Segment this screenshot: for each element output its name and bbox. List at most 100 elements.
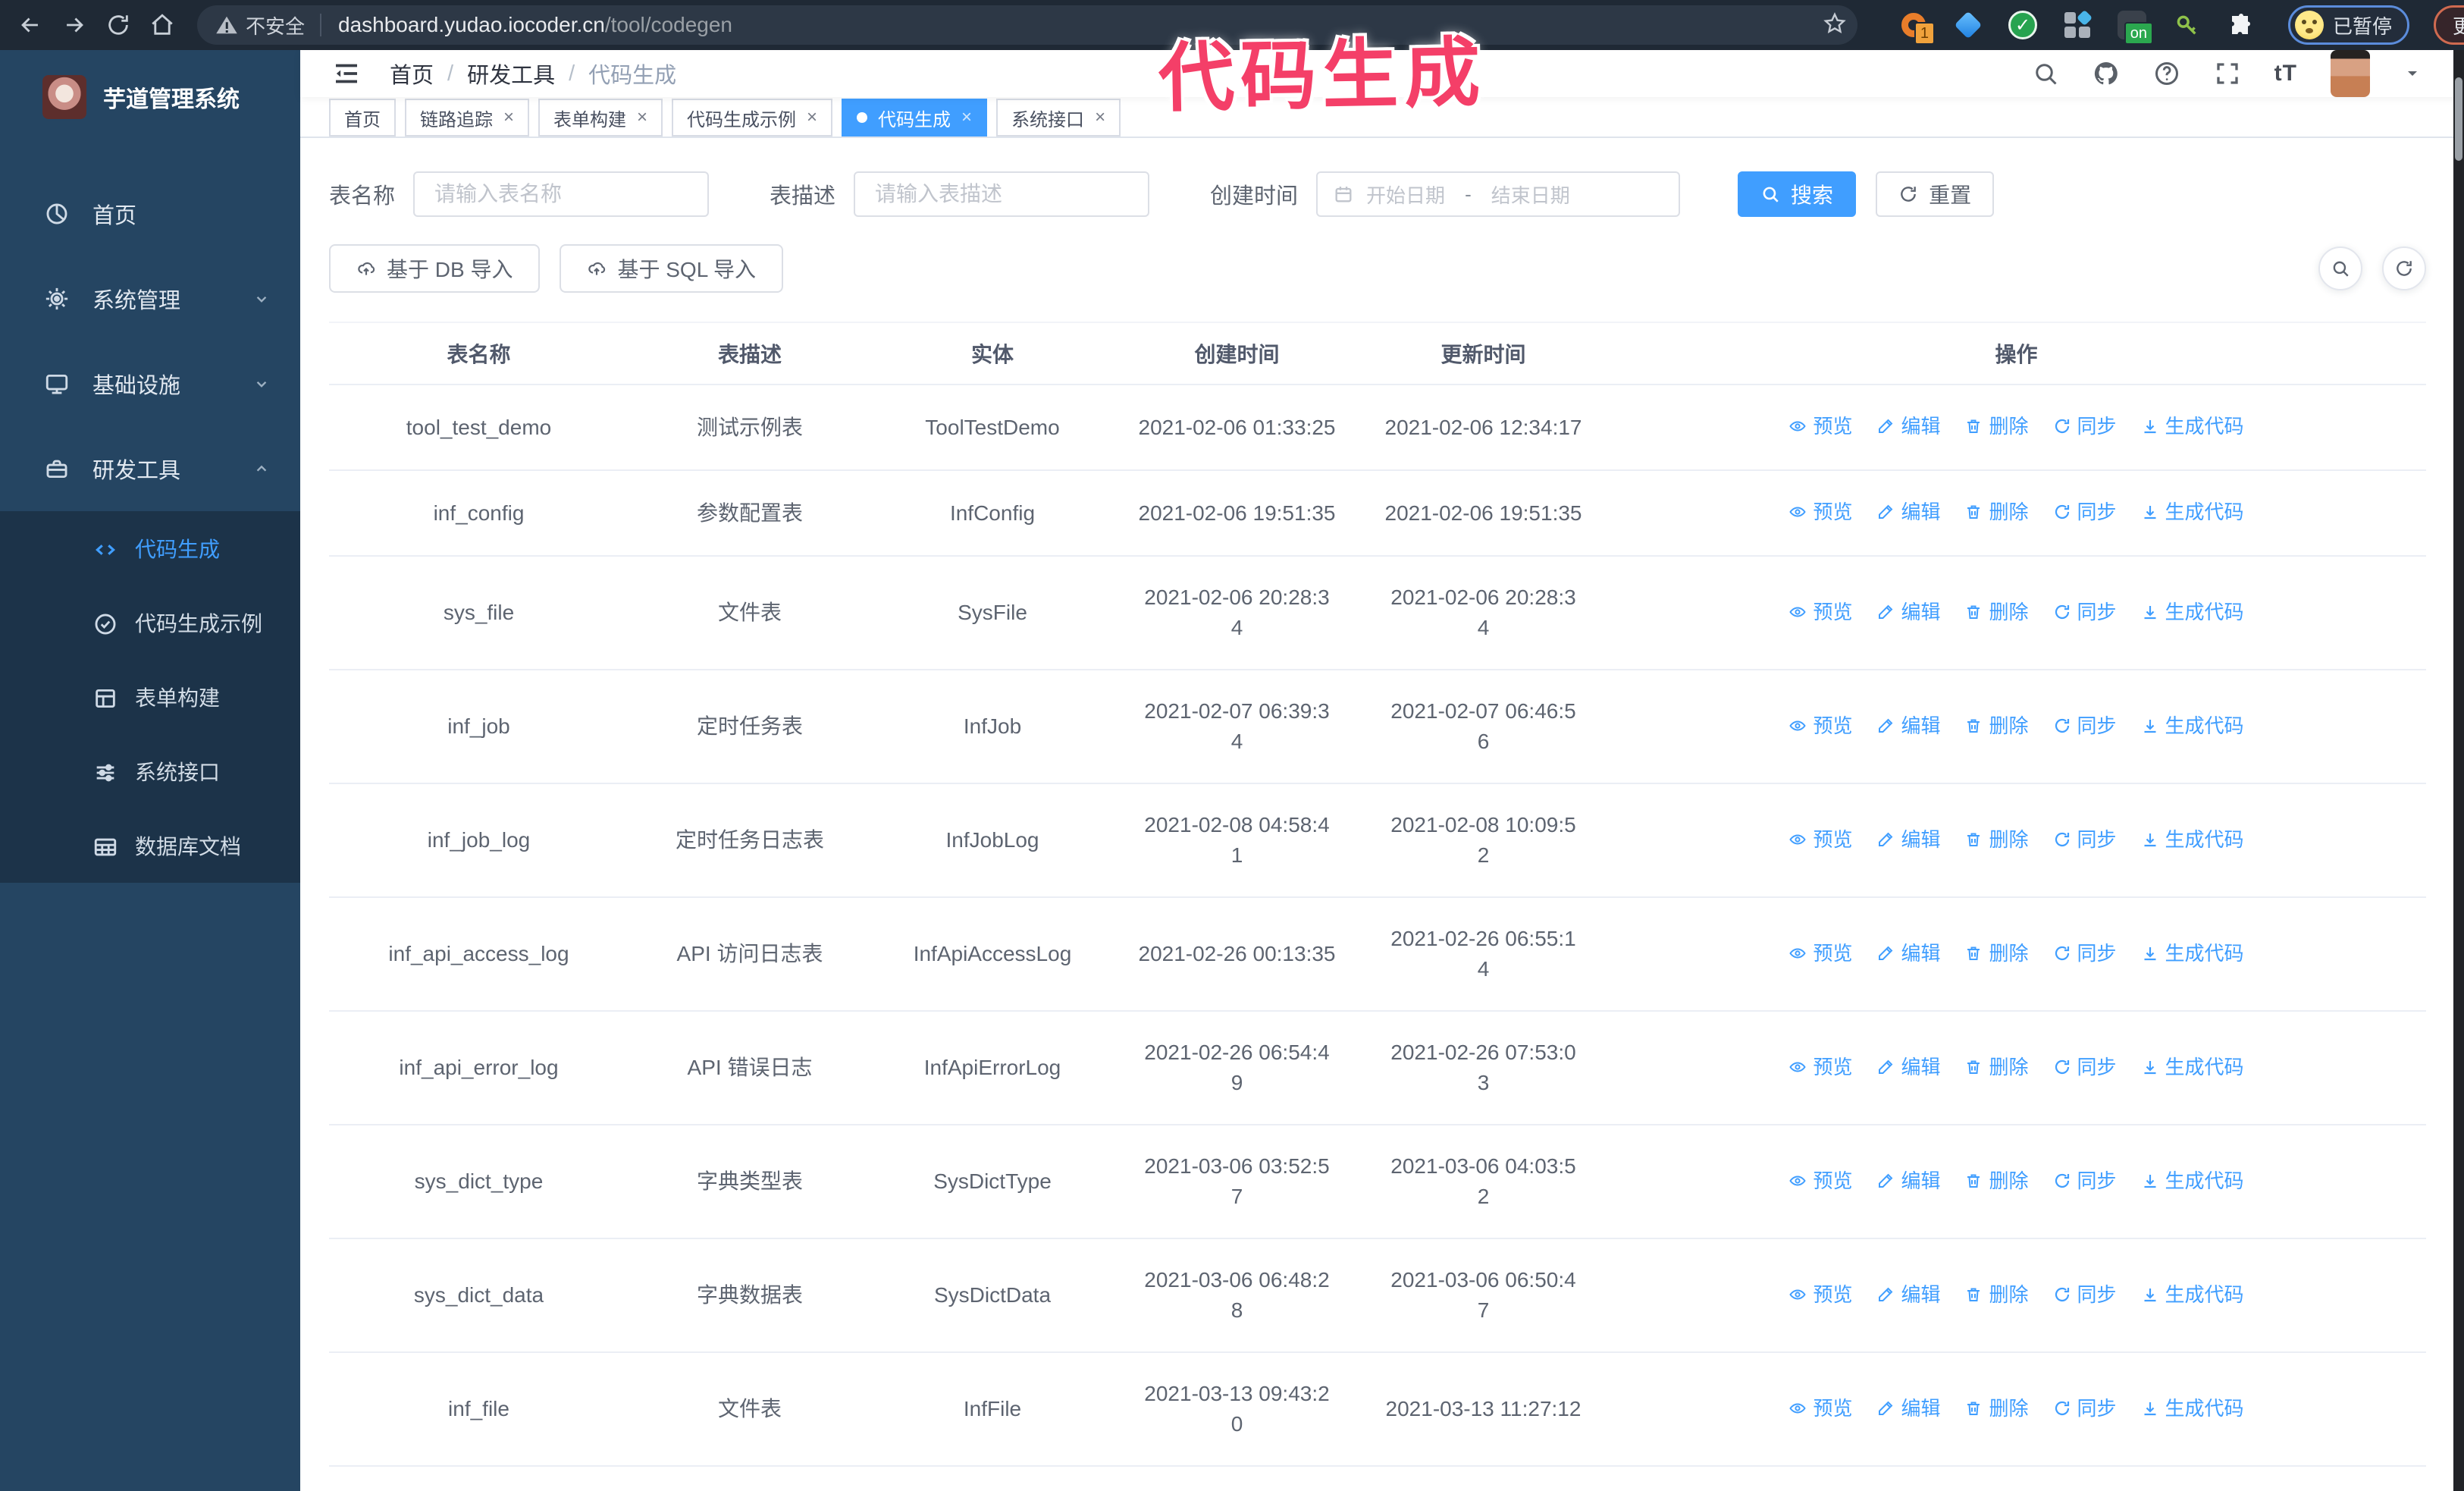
action-生成代码[interactable]: 生成代码 — [2141, 1279, 2244, 1310]
action-编辑[interactable]: 编辑 — [1876, 1279, 1940, 1310]
extensions-puzzle-icon[interactable] — [2224, 8, 2258, 42]
profile-chip[interactable]: 已暂停 — [2288, 5, 2410, 45]
action-删除[interactable]: 删除 — [1964, 411, 2029, 441]
action-生成代码[interactable]: 生成代码 — [2141, 1052, 2244, 1082]
home-icon[interactable] — [143, 5, 182, 45]
action-预览[interactable]: 预览 — [1788, 1052, 1852, 1082]
security-label[interactable]: 不安全 — [246, 11, 305, 39]
action-删除[interactable]: 删除 — [1964, 938, 2029, 968]
action-生成代码[interactable]: 生成代码 — [2141, 1393, 2244, 1424]
address-bar[interactable]: 不安全 dashboard.yudao.iocoder.cn /tool/cod… — [197, 5, 1857, 45]
close-icon[interactable]: × — [503, 107, 514, 128]
action-生成代码[interactable]: 生成代码 — [2141, 711, 2244, 741]
search-icon[interactable] — [2032, 60, 2059, 87]
close-icon[interactable]: × — [1095, 107, 1105, 128]
action-生成代码[interactable]: 生成代码 — [2141, 824, 2244, 855]
bookmark-star-icon[interactable] — [1823, 11, 1847, 39]
table-name-input[interactable] — [413, 171, 710, 217]
action-预览[interactable]: 预览 — [1788, 938, 1852, 968]
sidebar-subitem-数据库文档[interactable]: 数据库文档 — [0, 808, 300, 883]
date-range-picker[interactable]: 开始日期 - 结束日期 — [1316, 171, 1681, 217]
action-预览[interactable]: 预览 — [1788, 1279, 1852, 1310]
search-button[interactable]: 搜索 — [1738, 171, 1857, 217]
sidebar-subitem-表单构建[interactable]: 表单构建 — [0, 660, 300, 734]
action-删除[interactable]: 删除 — [1964, 597, 2029, 627]
action-同步[interactable]: 同步 — [2053, 497, 2117, 527]
sidebar-item-研发工具[interactable]: 研发工具 — [0, 426, 300, 511]
table-desc-input[interactable] — [854, 171, 1150, 217]
action-同步[interactable]: 同步 — [2053, 711, 2117, 741]
gray-grid-extension-icon[interactable] — [2061, 8, 2094, 42]
action-删除[interactable]: 删除 — [1964, 711, 2029, 741]
toggle-search-icon[interactable] — [2318, 246, 2362, 290]
breadcrumb-item-研发工具[interactable]: 研发工具 — [467, 58, 555, 89]
action-编辑[interactable]: 编辑 — [1876, 1052, 1940, 1082]
collapse-sidebar-icon[interactable] — [331, 58, 362, 89]
close-icon[interactable]: × — [807, 107, 817, 128]
action-同步[interactable]: 同步 — [2053, 1393, 2117, 1424]
green-check-extension-icon[interactable]: ✓ — [2006, 8, 2039, 42]
close-icon[interactable]: × — [961, 107, 972, 128]
tab-表单构建[interactable]: 表单构建 × — [538, 99, 663, 137]
action-编辑[interactable]: 编辑 — [1876, 1166, 1940, 1196]
forward-icon[interactable] — [55, 5, 94, 45]
action-删除[interactable]: 删除 — [1964, 497, 2029, 527]
action-删除[interactable]: 删除 — [1964, 1279, 2029, 1310]
action-编辑[interactable]: 编辑 — [1876, 597, 1940, 627]
close-icon[interactable]: × — [637, 107, 647, 128]
action-同步[interactable]: 同步 — [2053, 1279, 2117, 1310]
action-删除[interactable]: 删除 — [1964, 1052, 2029, 1082]
action-生成代码[interactable]: 生成代码 — [2141, 1166, 2244, 1196]
blue-gem-extension-icon[interactable] — [1951, 8, 1985, 42]
action-编辑[interactable]: 编辑 — [1876, 711, 1940, 741]
action-编辑[interactable]: 编辑 — [1876, 1393, 1940, 1424]
action-生成代码[interactable]: 生成代码 — [2141, 938, 2244, 968]
action-预览[interactable]: 预览 — [1788, 497, 1852, 527]
url-path[interactable]: /tool/codegen — [605, 13, 732, 37]
github-icon[interactable] — [2093, 60, 2120, 87]
action-预览[interactable]: 预览 — [1788, 411, 1852, 441]
action-编辑[interactable]: 编辑 — [1876, 411, 1940, 441]
action-预览[interactable]: 预览 — [1788, 824, 1852, 855]
action-同步[interactable]: 同步 — [2053, 1166, 2117, 1196]
date-end-placeholder[interactable]: 结束日期 — [1491, 180, 1570, 209]
reload-icon[interactable] — [99, 5, 138, 45]
sidebar-item-首页[interactable]: 首页 — [0, 171, 300, 256]
action-预览[interactable]: 预览 — [1788, 711, 1852, 741]
sidebar-item-基础设施[interactable]: 基础设施 — [0, 341, 300, 426]
action-删除[interactable]: 删除 — [1964, 1166, 2029, 1196]
sidebar-logo-row[interactable]: 芋道管理系统 — [0, 50, 300, 144]
action-预览[interactable]: 预览 — [1788, 1166, 1852, 1196]
user-avatar[interactable] — [2331, 50, 2370, 97]
action-同步[interactable]: 同步 — [2053, 938, 2117, 968]
action-同步[interactable]: 同步 — [2053, 597, 2117, 627]
date-start-placeholder[interactable]: 开始日期 — [1366, 180, 1445, 209]
sidebar-subitem-代码生成[interactable]: 代码生成 — [0, 511, 300, 585]
orange-extension-icon[interactable]: 1 — [1897, 8, 1935, 45]
action-删除[interactable]: 删除 — [1964, 1393, 2029, 1424]
font-size-icon[interactable]: tT — [2274, 61, 2297, 86]
action-同步[interactable]: 同步 — [2053, 1052, 2117, 1082]
breadcrumb-item-首页[interactable]: 首页 — [390, 58, 434, 89]
tab-代码生成示例[interactable]: 代码生成示例 × — [672, 99, 833, 137]
import-sql-button[interactable]: 基于 SQL 导入 — [560, 244, 784, 293]
action-同步[interactable]: 同步 — [2053, 824, 2117, 855]
action-生成代码[interactable]: 生成代码 — [2141, 497, 2244, 527]
action-删除[interactable]: 删除 — [1964, 824, 2029, 855]
action-同步[interactable]: 同步 — [2053, 411, 2117, 441]
action-生成代码[interactable]: 生成代码 — [2141, 411, 2244, 441]
action-预览[interactable]: 预览 — [1788, 597, 1852, 627]
action-生成代码[interactable]: 生成代码 — [2141, 597, 2244, 627]
sidebar-subitem-系统接口[interactable]: 系统接口 — [0, 734, 300, 808]
help-icon[interactable] — [2153, 60, 2180, 87]
tab-链路追踪[interactable]: 链路追踪 × — [405, 99, 530, 137]
sidebar-subitem-代码生成示例[interactable]: 代码生成示例 — [0, 585, 300, 660]
action-编辑[interactable]: 编辑 — [1876, 938, 1940, 968]
action-预览[interactable]: 预览 — [1788, 1393, 1852, 1424]
fullscreen-icon[interactable] — [2214, 60, 2241, 87]
tab-系统接口[interactable]: 系统接口 × — [996, 99, 1121, 137]
sidebar-item-系统管理[interactable]: 系统管理 — [0, 256, 300, 341]
refresh-icon[interactable] — [2382, 246, 2426, 290]
back-icon[interactable] — [11, 5, 50, 45]
scrollbar-thumb[interactable] — [2455, 77, 2462, 161]
